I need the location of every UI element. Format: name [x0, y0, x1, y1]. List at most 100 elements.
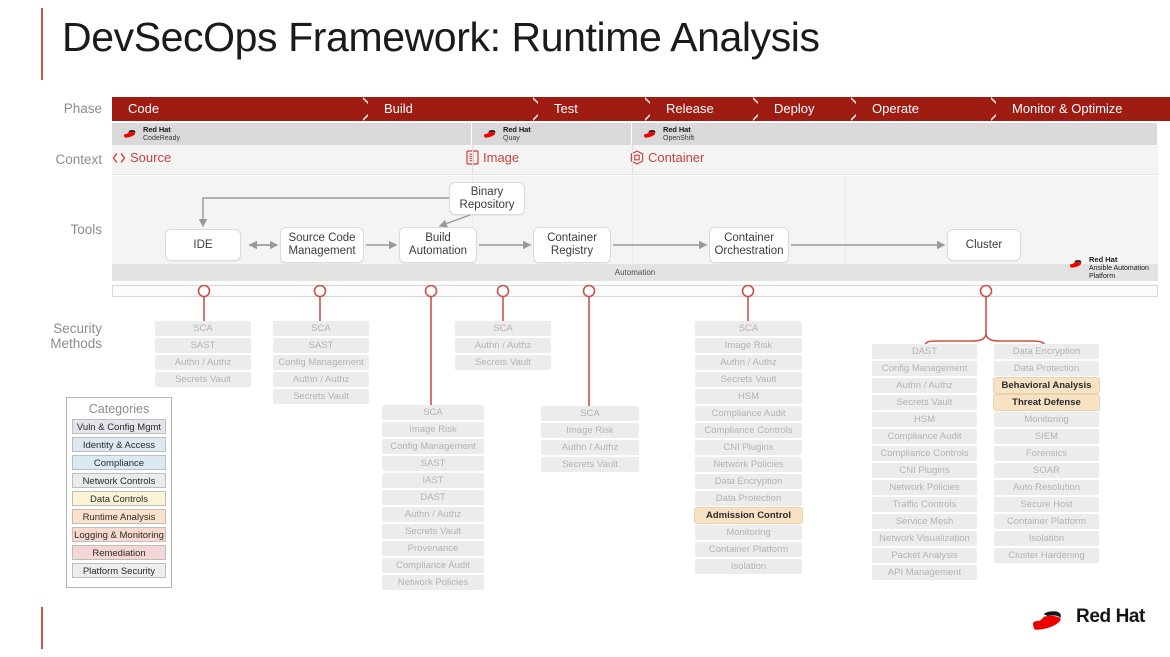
security-method-pill[interactable]: Secrets Vault	[541, 457, 639, 472]
tool-box-source-code-management[interactable]: Source Code Management	[280, 227, 364, 263]
security-method-pill[interactable]: Isolation	[695, 559, 802, 574]
security-method-pill[interactable]: Config Management	[872, 361, 977, 376]
security-method-pill[interactable]: Traffic Controls	[872, 497, 977, 512]
phase-chevron-build[interactable]: Build	[368, 97, 544, 121]
security-method-pill[interactable]: Data Encryption	[994, 344, 1099, 359]
security-method-pill[interactable]: HSM	[872, 412, 977, 427]
security-method-pill[interactable]: Data Protection	[994, 361, 1099, 376]
security-method-pill[interactable]: Secure Host	[994, 497, 1099, 512]
security-method-pill[interactable]: Monitoring	[695, 525, 802, 540]
tool-box-build-automation[interactable]: Build Automation	[399, 227, 477, 263]
security-method-pill[interactable]: IAST	[382, 473, 484, 488]
legend-item-data-controls[interactable]: Data Controls	[72, 491, 166, 506]
security-method-pill[interactable]: Monitoring	[994, 412, 1099, 427]
security-method-pill[interactable]: Forensics	[994, 446, 1099, 461]
security-method-pill[interactable]: Data Encryption	[695, 474, 802, 489]
phase-chevron-code[interactable]: Code	[112, 97, 374, 121]
legend-item-remediation[interactable]: Remediation	[72, 545, 166, 560]
phase-chevron-test[interactable]: Test	[538, 97, 656, 121]
security-method-pill[interactable]: Authn / Authz	[382, 507, 484, 522]
security-method-pill[interactable]: Isolation	[994, 531, 1099, 546]
security-method-pill[interactable]: DAST	[382, 490, 484, 505]
security-method-pill[interactable]: Secrets Vault	[155, 372, 251, 387]
security-method-pill[interactable]: CNI Plugins	[695, 440, 802, 455]
security-method-pill[interactable]: Authn / Authz	[872, 378, 977, 393]
security-method-pill[interactable]: Network Policies	[695, 457, 802, 472]
security-method-pill[interactable]: Image Risk	[695, 338, 802, 353]
security-method-pill[interactable]: Secrets Vault	[382, 524, 484, 539]
tool-box-container-orchestration[interactable]: Container Orchestration	[709, 227, 789, 263]
security-method-pill[interactable]: Container Platform	[695, 542, 802, 557]
security-method-pill[interactable]: Auto Resolution	[994, 480, 1099, 495]
security-method-pill[interactable]: Compliance Audit	[872, 429, 977, 444]
security-method-pill[interactable]: Network Visualization	[872, 531, 977, 546]
security-method-pill[interactable]: Threat Defense	[994, 395, 1099, 410]
security-method-pill[interactable]: Secrets Vault	[455, 355, 551, 370]
security-method-pill[interactable]: SIEM	[994, 429, 1099, 444]
legend-item-compliance[interactable]: Compliance	[72, 455, 166, 470]
security-method-pill[interactable]: Authn / Authz	[273, 372, 369, 387]
security-method-pill[interactable]: DAST	[872, 344, 977, 359]
red-hat-hat-icon	[1068, 257, 1085, 268]
legend-item-logging-monitoring[interactable]: Logging & Monitoring	[72, 527, 166, 542]
context-label: Image	[483, 150, 519, 165]
tool-box-binary-repository[interactable]: Binary Repository	[449, 182, 525, 215]
security-method-pill[interactable]: SCA	[155, 321, 251, 336]
legend-item-vuln-config-mgmt[interactable]: Vuln & Config Mgmt	[72, 419, 166, 434]
security-method-pill[interactable]: Authn / Authz	[155, 355, 251, 370]
security-method-pill[interactable]: Authn / Authz	[695, 355, 802, 370]
security-method-pill[interactable]: Secrets Vault	[273, 389, 369, 404]
legend-item-platform-security[interactable]: Platform Security	[72, 563, 166, 578]
security-method-pill[interactable]: Network Policies	[872, 480, 977, 495]
context-item-container[interactable]: Container	[630, 150, 704, 165]
security-method-pill[interactable]: Compliance Controls	[872, 446, 977, 461]
phase-chevron-operate[interactable]: Operate	[856, 97, 1002, 121]
security-method-pill[interactable]: Config Management	[382, 439, 484, 454]
security-method-pill[interactable]: SCA	[455, 321, 551, 336]
security-method-pill[interactable]: SAST	[155, 338, 251, 353]
legend-item-identity-access[interactable]: Identity & Access	[72, 437, 166, 452]
security-method-pill[interactable]: Compliance Audit	[382, 558, 484, 573]
security-method-pill[interactable]: Provenance	[382, 541, 484, 556]
security-method-pill[interactable]: Authn / Authz	[455, 338, 551, 353]
security-method-pill[interactable]: Admission Control	[695, 508, 802, 523]
tool-box-cluster[interactable]: Cluster	[947, 229, 1021, 261]
security-method-pill[interactable]: Config Management	[273, 355, 369, 370]
phase-chevron-deploy[interactable]: Deploy	[758, 97, 862, 121]
security-method-pill[interactable]: Container Platform	[994, 514, 1099, 529]
security-method-pill[interactable]: Image Risk	[382, 422, 484, 437]
security-method-pill[interactable]: Image Risk	[541, 423, 639, 438]
phase-chevron-release[interactable]: Release	[650, 97, 764, 121]
security-method-pill[interactable]: Packet Analysis	[872, 548, 977, 563]
security-method-pill[interactable]: Secrets Vault	[872, 395, 977, 410]
security-method-pill[interactable]: Behavioral Analysis	[994, 378, 1099, 393]
security-method-pill[interactable]: SCA	[273, 321, 369, 336]
phase-chevron-monitor-optimize[interactable]: Monitor & Optimize	[996, 97, 1170, 121]
security-method-pill[interactable]: Data Protection	[695, 491, 802, 506]
tool-box-ide[interactable]: IDE	[165, 229, 241, 261]
security-method-pill[interactable]: Compliance Audit	[695, 406, 802, 421]
security-method-pill[interactable]: SAST	[273, 338, 369, 353]
legend-item-network-controls[interactable]: Network Controls	[72, 473, 166, 488]
security-method-pill[interactable]: SCA	[541, 406, 639, 421]
security-method-pill[interactable]: Network Policies	[382, 575, 484, 590]
security-column-ide: SCA SAST Authn / Authz Secrets Vault	[155, 321, 251, 389]
security-method-pill[interactable]: Authn / Authz	[541, 440, 639, 455]
context-item-image[interactable]: Image	[466, 150, 519, 165]
product-name: Quay	[503, 135, 520, 142]
context-item-source[interactable]: Source	[112, 150, 171, 165]
security-method-pill[interactable]: Secrets Vault	[695, 372, 802, 387]
security-method-pill[interactable]: SOAR	[994, 463, 1099, 478]
security-method-pill[interactable]: HSM	[695, 389, 802, 404]
security-method-pill[interactable]: SAST	[382, 456, 484, 471]
security-method-pill[interactable]: API Management	[872, 565, 977, 580]
categories-legend: Categories Vuln & Config MgmtIdentity & …	[66, 397, 172, 588]
security-method-pill[interactable]: SCA	[382, 405, 484, 420]
security-method-pill[interactable]: CNI Plugins	[872, 463, 977, 478]
security-method-pill[interactable]: Compliance Controls	[695, 423, 802, 438]
security-method-pill[interactable]: Service Mesh	[872, 514, 977, 529]
legend-item-runtime-analysis[interactable]: Runtime Analysis	[72, 509, 166, 524]
tool-box-container-registry[interactable]: Container Registry	[533, 227, 611, 263]
security-method-pill[interactable]: SCA	[695, 321, 802, 336]
security-method-pill[interactable]: Cluster Hardening	[994, 548, 1099, 563]
